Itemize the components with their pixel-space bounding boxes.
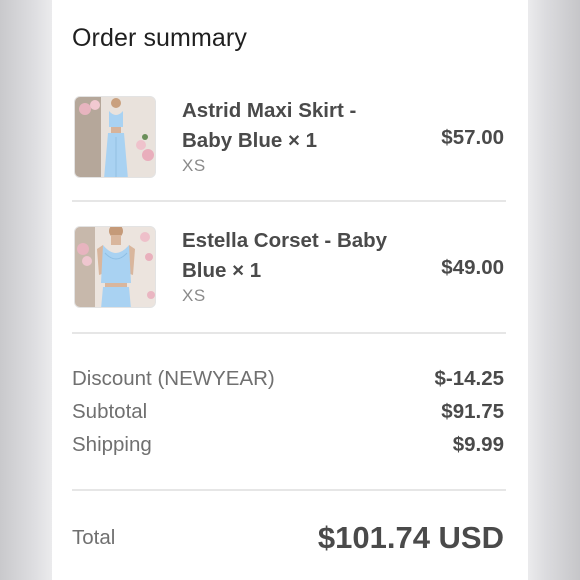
discount-row: Discount (NEWYEAR) $-14.25: [72, 367, 504, 395]
subtotal-row: Subtotal $91.75: [72, 400, 504, 428]
order-summary-panel: Order summary Astrid Maxi Skirt - Baby B…: [52, 0, 528, 580]
shipping-label: Shipping: [72, 433, 152, 456]
total-value: $101.74 USD: [317, 520, 504, 555]
shipping-value: $9.99: [452, 433, 504, 456]
line-item: Estella Corset - Baby Blue × 1 XS $49.00: [74, 226, 506, 326]
product-thumbnail-skirt: [74, 96, 156, 178]
total-label: Total: [72, 526, 116, 549]
subtotal-value: $91.75: [441, 400, 504, 423]
product-price: $57.00: [441, 126, 504, 149]
product-variant: XS: [182, 286, 206, 305]
line-item: Astrid Maxi Skirt - Baby Blue × 1 XS $57…: [74, 96, 506, 196]
subtotal-label: Subtotal: [72, 400, 148, 423]
total-divider: [72, 489, 506, 491]
discount-value: $-14.25: [434, 367, 504, 390]
product-name[interactable]: Astrid Maxi Skirt - Baby Blue × 1: [182, 96, 392, 156]
product-variant: XS: [182, 156, 206, 175]
product-name[interactable]: Estella Corset - Baby Blue × 1: [182, 226, 392, 286]
order-summary-title: Order summary: [72, 24, 247, 52]
item-divider: [72, 200, 506, 202]
product-price: $49.00: [441, 256, 504, 279]
discount-label: Discount (NEWYEAR): [72, 367, 275, 390]
items-divider: [72, 332, 506, 334]
product-thumbnail-corset: [74, 226, 156, 308]
shipping-row: Shipping $9.99: [72, 433, 504, 461]
